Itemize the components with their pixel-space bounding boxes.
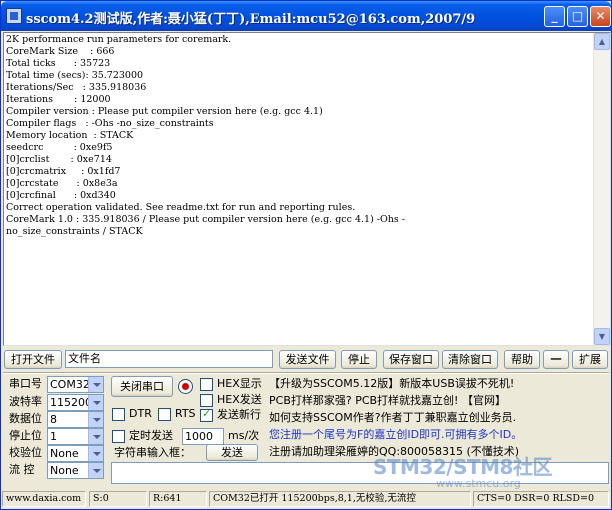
parity-label: 校验位 — [9, 446, 42, 459]
save-window-button[interactable]: 保存窗口 — [383, 350, 439, 369]
app-icon — [6, 8, 22, 24]
receive-line: CoreMark Size : 666 — [6, 46, 115, 57]
send-newline-label: 发送新行 — [217, 408, 261, 421]
receive-line: 2K performance run parameters for corema… — [6, 34, 232, 45]
info-line-2[interactable]: PCB打样那家强? PCB打样就找嘉立创! 【官网】 — [269, 392, 506, 409]
hex-display-label: HEX显示 — [217, 377, 262, 390]
info-line-1[interactable]: 【升级为SSCOM5.12版】新版本USB误拔不死机! — [269, 375, 514, 392]
receive-line: [0]crcstate : 0x8e3a — [6, 178, 118, 189]
flow-value: None — [50, 464, 79, 477]
receive-area[interactable]: 2K performance run parameters for corema… — [3, 32, 611, 346]
status-signals: CTS=0 DSR=0 RLSD=0 — [473, 491, 609, 507]
arrow-down-icon: ▼ — [598, 332, 606, 341]
receive-line: Iterations/Sec : 335.918036 — [6, 82, 147, 93]
dtr-label: DTR — [129, 407, 152, 420]
timed-send-checkbox[interactable] — [112, 430, 125, 443]
chevron-down-icon — [88, 412, 103, 427]
info-line-3[interactable]: 如何支持SSCOM作者?作者丁丁兼职嘉立创业务员. — [269, 409, 516, 426]
receive-line: Iterations : 12000 — [6, 94, 111, 105]
status-received-count: R:641 — [149, 491, 207, 507]
title-bar[interactable]: sscom4.2测试版,作者:聂小猛(丁丁),Email:mcu52@163.c… — [1, 1, 611, 31]
baud-value: 115200 — [50, 396, 92, 409]
status-port-info: COM32已打开 115200bps,8,1,无校验,无流控 — [209, 491, 471, 507]
baud-select[interactable]: 115200 — [47, 394, 104, 411]
receive-line: Total time (secs): 35.723000 — [6, 70, 144, 81]
databits-value: 8 — [50, 413, 57, 426]
input-label: 字符串输入框： — [114, 446, 191, 459]
receive-scrollbar[interactable]: ▲ ▼ — [593, 33, 610, 345]
port-select[interactable]: COM32 — [47, 376, 104, 393]
timed-send-label: 定时发送 — [129, 429, 173, 442]
receive-line: Correct operation validated. See readme.… — [6, 202, 356, 213]
receive-line: Compiler flags : -Ohs -no_size_constrain… — [6, 118, 214, 129]
info-line-4[interactable]: 您注册一个尾号为F的嘉立创ID即可.可拥有多个ID。 — [269, 426, 522, 443]
status-sent-count: S:0 — [89, 491, 147, 507]
stopbits-select[interactable]: 1 — [47, 428, 104, 445]
maximize-icon: □ — [571, 9, 584, 23]
send-button[interactable]: 发送 — [206, 444, 258, 461]
databits-select[interactable]: 8 — [47, 411, 104, 428]
close-port-button[interactable]: 关闭串口 — [111, 376, 173, 397]
receive-line: Memory location : STACK — [6, 130, 134, 141]
parity-value: None — [50, 447, 79, 460]
stopbits-label: 停止位 — [9, 429, 42, 442]
port-status-indicator — [178, 379, 193, 394]
minus-button[interactable]: 一 — [543, 350, 569, 369]
watermark-brand: STM32/STM8社区 — [373, 455, 552, 479]
receive-text: 2K performance run parameters for corema… — [6, 34, 594, 344]
receive-line: [0]crcfinal : 0xd340 — [6, 190, 116, 201]
status-website[interactable]: www.daxia.com — [2, 491, 86, 507]
close-button[interactable]: ✕ — [590, 6, 611, 27]
filename-field[interactable]: 文件名 — [65, 350, 273, 368]
stop-button[interactable]: 停止 — [341, 350, 377, 369]
chevron-down-icon — [88, 377, 103, 392]
hex-display-checkbox[interactable] — [200, 378, 213, 391]
send-file-button[interactable]: 发送文件 — [279, 350, 336, 369]
receive-line: seedcrc : 0xe9f5 — [6, 142, 113, 153]
dtr-checkbox[interactable] — [112, 408, 125, 421]
toolbar-separator — [3, 372, 609, 374]
port-label: 串口号 — [9, 377, 42, 390]
receive-line: Compiler version : Please put compiler v… — [6, 106, 323, 117]
receive-line: [0]crclist : 0xe714 — [6, 154, 112, 165]
scroll-up-button[interactable]: ▲ — [594, 33, 610, 50]
stopbits-value: 1 — [50, 430, 57, 443]
status-bar: www.daxia.com S:0 R:641 COM32已打开 115200b… — [1, 489, 611, 509]
flow-label: 流 控 — [9, 463, 35, 476]
receive-line: Total ticks : 35723 — [6, 58, 111, 69]
close-icon: ✕ — [595, 9, 606, 23]
receive-line: CoreMark 1.0 : 335.918036 / Please put c… — [6, 214, 406, 225]
flow-select[interactable]: None — [47, 462, 104, 479]
scroll-down-button[interactable]: ▼ — [594, 328, 610, 345]
open-file-button[interactable]: 打开文件 — [4, 350, 62, 369]
minimize-icon: _ — [551, 9, 558, 23]
app-window: sscom4.2测试版,作者:聂小猛(丁丁),Email:mcu52@163.c… — [0, 0, 612, 510]
databits-label: 数据位 — [9, 412, 42, 425]
port-value: COM32 — [50, 378, 90, 391]
receive-line: [0]crcmatrix : 0x1fd7 — [6, 166, 121, 177]
send-newline-checkbox[interactable] — [200, 407, 213, 422]
expand-button[interactable]: 扩展 — [572, 350, 608, 369]
chevron-down-icon — [88, 446, 103, 461]
help-button[interactable]: 帮助 — [504, 350, 540, 369]
chevron-down-icon — [88, 429, 103, 444]
chevron-down-icon — [88, 463, 103, 478]
rts-label: RTS — [175, 407, 196, 420]
hex-send-label: HEX发送 — [217, 393, 262, 406]
clear-window-button[interactable]: 清除窗口 — [442, 350, 498, 369]
rts-checkbox[interactable] — [158, 408, 171, 421]
window-title: sscom4.2测试版,作者:聂小猛(丁丁),Email:mcu52@163.c… — [26, 12, 476, 27]
receive-line: no_size_constraints / STACK — [6, 226, 143, 237]
interval-input[interactable]: 1000 — [182, 428, 224, 445]
maximize-button[interactable]: □ — [567, 6, 588, 27]
arrow-up-icon: ▲ — [598, 37, 606, 46]
interval-unit: ms/次 — [228, 429, 260, 442]
hex-send-checkbox[interactable] — [200, 394, 213, 407]
parity-select[interactable]: None — [47, 445, 104, 462]
baud-label: 波特率 — [9, 395, 42, 408]
minimize-button[interactable]: _ — [544, 6, 565, 27]
chevron-down-icon — [88, 395, 103, 410]
